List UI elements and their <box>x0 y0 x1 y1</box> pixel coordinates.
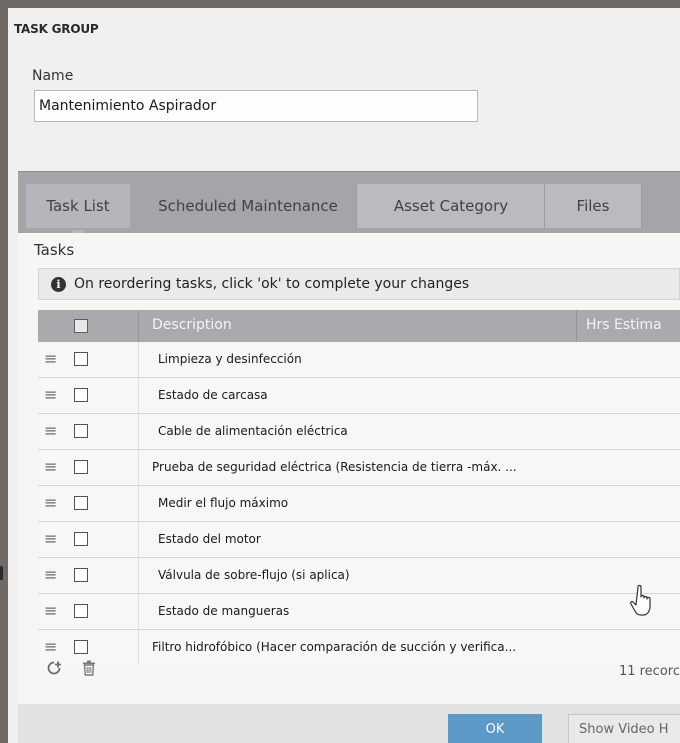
tab-asset-category-label: Asset Category <box>393 197 509 215</box>
column-divider <box>138 342 139 378</box>
column-divider <box>576 310 577 342</box>
task-description: Estado de carcasa <box>158 388 268 402</box>
hand-pointer-icon <box>630 584 656 622</box>
row-checkbox[interactable] <box>74 640 88 654</box>
drag-handle-icon[interactable]: ≡ <box>44 531 57 547</box>
dialog-window: TASK GROUP Name Mantenimiento Aspirador … <box>8 8 680 743</box>
task-description: Estado del motor <box>158 532 261 546</box>
column-header-hrs-estimated[interactable]: Hrs Estima <box>586 317 662 333</box>
name-label: Name <box>32 68 74 84</box>
tasks-label: Tasks <box>34 241 75 259</box>
task-description: Limpieza y desinfección <box>158 352 302 366</box>
table-row[interactable]: ≡ Estado de carcasa <box>38 378 680 414</box>
delete-task-icon[interactable] <box>82 660 96 680</box>
table-row[interactable]: ≡ Estado de mangueras <box>38 594 680 630</box>
tab-scheduled-maintenance[interactable]: Scheduled Maintenance <box>140 184 356 228</box>
drag-handle-icon[interactable]: ≡ <box>44 387 57 403</box>
column-divider <box>138 310 139 342</box>
table-row[interactable]: ≡ Estado del motor <box>38 522 680 558</box>
edge-marker <box>0 566 3 580</box>
drag-handle-icon[interactable]: ≡ <box>44 423 57 439</box>
row-checkbox[interactable] <box>74 460 88 474</box>
row-checkbox[interactable] <box>74 604 88 618</box>
tab-task-list[interactable]: Task List <box>26 184 130 228</box>
tab-asset-category[interactable]: Asset Category <box>356 184 546 228</box>
task-description: Filtro hidrofóbico (Hacer comparación de… <box>152 640 517 654</box>
column-divider <box>138 558 139 594</box>
task-description: Válvula de sobre-flujo (si aplica) <box>158 568 350 582</box>
dialog-title: TASK GROUP <box>14 22 99 36</box>
column-divider <box>138 378 139 414</box>
drag-handle-icon[interactable]: ≡ <box>44 351 57 367</box>
select-all-checkbox[interactable] <box>74 319 88 333</box>
name-input[interactable]: Mantenimiento Aspirador <box>34 90 478 122</box>
tab-files[interactable]: Files <box>544 184 642 228</box>
column-divider <box>138 630 139 666</box>
task-description: Prueba de seguridad eléctrica (Resistenc… <box>152 460 517 474</box>
reorder-notice-text: On reordering tasks, click 'ok' to compl… <box>74 276 470 292</box>
grid-header: Description Hrs Estima <box>38 310 680 342</box>
show-video-help-label: Show Video H <box>579 721 669 737</box>
ok-button[interactable]: OK <box>448 714 542 743</box>
records-count: 11 recorc <box>618 664 680 679</box>
drag-handle-icon[interactable]: ≡ <box>44 639 57 655</box>
task-description: Cable de alimentación eléctrica <box>158 424 348 438</box>
column-divider <box>138 594 139 630</box>
tab-scheduled-maintenance-label: Scheduled Maintenance <box>158 197 338 215</box>
table-row[interactable]: ≡ Prueba de seguridad eléctrica (Resiste… <box>38 450 680 486</box>
show-video-help-button[interactable]: Show Video H <box>568 714 680 743</box>
task-rows: ≡ Limpieza y desinfección ≡ Estado de ca… <box>38 342 680 666</box>
column-divider <box>138 522 139 558</box>
table-row[interactable]: ≡ Cable de alimentación eléctrica <box>38 414 680 450</box>
tab-files-label: Files <box>576 197 610 215</box>
table-row[interactable]: ≡ Limpieza y desinfección <box>38 342 680 378</box>
column-divider <box>138 450 139 486</box>
info-icon: i <box>51 276 66 292</box>
ok-button-label: OK <box>485 721 505 737</box>
row-checkbox[interactable] <box>74 424 88 438</box>
row-checkbox[interactable] <box>74 568 88 582</box>
row-checkbox[interactable] <box>74 388 88 402</box>
drag-handle-icon[interactable]: ≡ <box>44 567 57 583</box>
column-divider <box>138 414 139 450</box>
drag-handle-icon[interactable]: ≡ <box>44 495 57 511</box>
drag-handle-icon[interactable]: ≡ <box>44 459 57 475</box>
column-header-description[interactable]: Description <box>152 317 232 333</box>
add-task-icon[interactable] <box>46 660 62 680</box>
column-divider <box>138 486 139 522</box>
row-checkbox[interactable] <box>74 532 88 546</box>
drag-handle-icon[interactable]: ≡ <box>44 603 57 619</box>
task-description: Medir el flujo máximo <box>158 496 289 510</box>
tab-task-list-label: Task List <box>46 197 110 215</box>
table-row[interactable]: ≡ Filtro hidrofóbico (Hacer comparación … <box>38 630 680 666</box>
row-checkbox[interactable] <box>74 352 88 366</box>
table-row[interactable]: ≡ Válvula de sobre-flujo (si aplica) <box>38 558 680 594</box>
row-checkbox[interactable] <box>74 496 88 510</box>
reorder-notice: i On reordering tasks, click 'ok' to com… <box>38 268 680 300</box>
task-description: Estado de mangueras <box>158 604 290 618</box>
table-row[interactable]: ≡ Medir el flujo máximo <box>38 486 680 522</box>
